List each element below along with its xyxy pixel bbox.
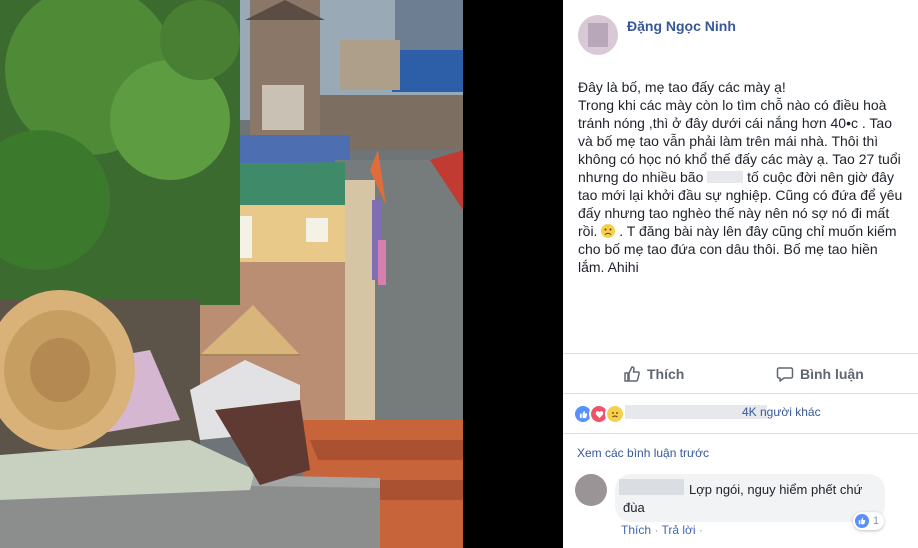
post-text-line: . T đăng bài này lên đây cũng chỉ muốn k…	[619, 223, 897, 239]
thumbs-up-icon	[624, 366, 640, 382]
post-sidebar: Đặng Ngọc Ninh Đây là bố, mẹ tao đấy các…	[563, 0, 918, 548]
post-text-line: tố cuộc đời nên giờ đây	[747, 169, 894, 185]
comment-button[interactable]: Bình luận	[776, 365, 864, 383]
commenter-avatar[interactable]	[575, 474, 607, 506]
comment-icon	[776, 367, 794, 382]
rooftop-photo-illustration	[0, 0, 463, 548]
post-text-line: Trong khi các mày còn lo tìm chỗ nào có …	[578, 97, 887, 113]
sad-emoji-icon	[601, 224, 616, 238]
comment-reply-link[interactable]: Trả lời	[661, 523, 695, 537]
comment-text: Lợp ngói, nguy hiểm phết chứ đùa	[623, 482, 863, 515]
like-button[interactable]: Thích	[623, 365, 684, 383]
comment-action-separator: ·	[654, 523, 659, 537]
divider	[563, 433, 918, 434]
post-text-line: nhưng do nhiều bão	[578, 169, 704, 185]
author-avatar[interactable]	[578, 15, 618, 55]
divider	[563, 353, 918, 354]
post-text-line: không có học nó khổ thế đấy các mày ạ. T…	[578, 151, 901, 167]
reaction-icons[interactable]	[573, 404, 625, 424]
post-text-line: rồi.	[578, 223, 598, 239]
comment-like-number: 1	[873, 515, 880, 527]
redacted-word	[707, 171, 744, 183]
comment-like-count[interactable]: 1	[853, 512, 885, 530]
comment-like-link[interactable]: Thích	[621, 523, 651, 537]
reactions-summary[interactable]: 4K người khác	[742, 405, 821, 419]
comment-actions: Thích · Trả lời ·	[621, 523, 703, 537]
post-photo[interactable]	[0, 0, 463, 548]
post-text-line: lắm. Ahihi	[578, 259, 639, 275]
sad-icon	[605, 404, 625, 424]
comment-action-separator: ·	[698, 523, 703, 537]
post-text-line: tránh nóng ,thì ở đây dưới cái nắng hơn …	[578, 115, 892, 131]
post-text-line: đấy nhưng tao nghèo thế này nên nó sợ nó…	[578, 205, 890, 221]
post-text-line: Đây là bố, mẹ tao đấy các mày ạ!	[578, 79, 786, 95]
post-text: Đây là bố, mẹ tao đấy các mày ạ! Trong k…	[578, 78, 910, 276]
author-name[interactable]: Đặng Ngọc Ninh	[627, 18, 736, 34]
post-text-line: tao mới lại khởi đầu sự nghiệp. Cũng có …	[578, 187, 903, 203]
like-label: Thích	[647, 366, 685, 382]
divider	[563, 393, 918, 394]
comment-like-icon	[855, 514, 869, 528]
comment-text-wrapper: Lợp ngói, nguy hiểm phết chứ đùa	[623, 481, 883, 517]
post-text-line: và bố mẹ tao vẫn phải làm trên mái nhà. …	[578, 133, 879, 149]
comment-label: Bình luận	[800, 366, 864, 382]
view-previous-comments-link[interactable]: Xem các bình luận trước	[577, 446, 709, 460]
post-text-line: cho bố mẹ tao đứa con dâu thôi. Bố mẹ ta…	[578, 241, 878, 257]
